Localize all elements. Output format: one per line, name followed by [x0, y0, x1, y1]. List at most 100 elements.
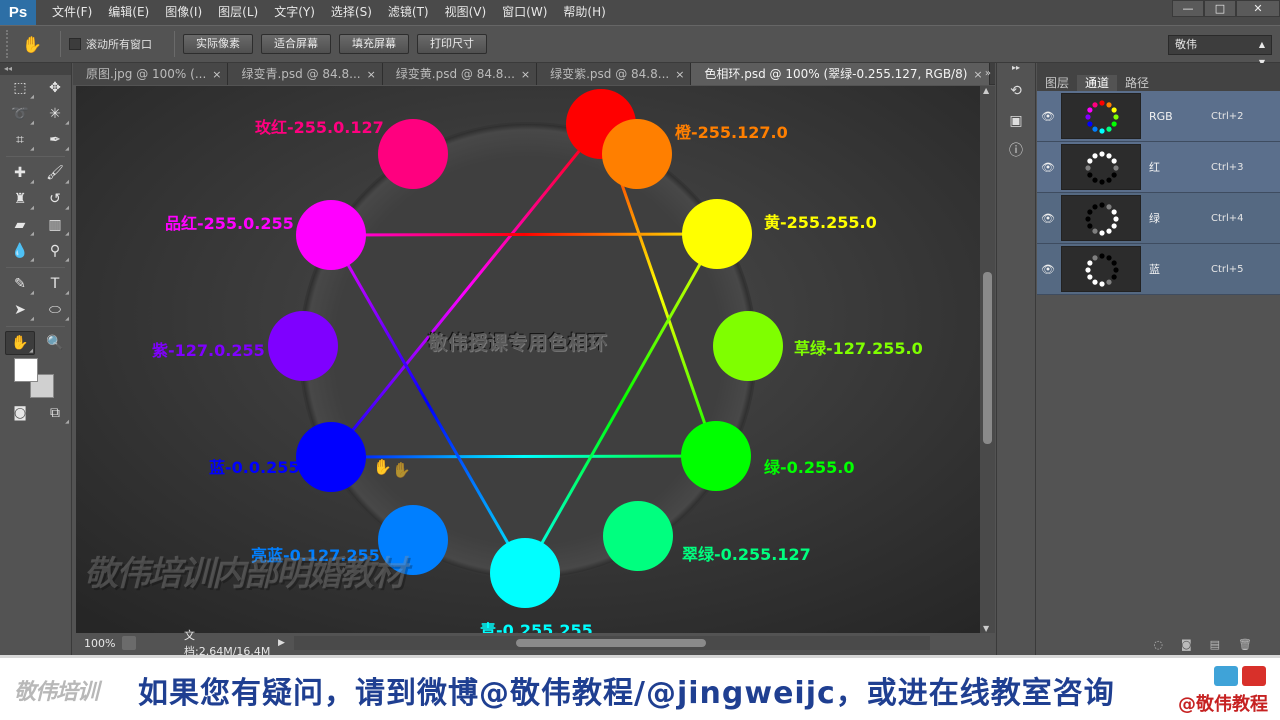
load-selection-icon[interactable]: ◌: [1153, 638, 1163, 651]
thumbnail-dot: [1106, 102, 1112, 108]
visibility-eye-icon[interactable]: 👁: [1037, 263, 1059, 276]
horizontal-scrollbar[interactable]: [294, 636, 930, 650]
tab-paths[interactable]: 路径: [1117, 75, 1157, 91]
menu-file[interactable]: 文件(F): [44, 0, 100, 25]
path-selection-tool-icon[interactable]: ➤ ◢: [5, 298, 35, 322]
thumbnail-dot: [1113, 216, 1119, 222]
print-size-button[interactable]: 打印尺寸: [417, 34, 487, 54]
channel-row-green[interactable]: 👁 绿 Ctrl+4: [1037, 193, 1280, 244]
document-tabs: 原图.jpg @ 100% (... × 绿变青.psd @ 84.8... × 绿…: [73, 63, 995, 85]
tools-panel-collapse-icon[interactable]: ◂◂: [0, 63, 71, 75]
thumbnail-dot: [1111, 260, 1117, 266]
delete-channel-icon[interactable]: 🗑: [1238, 638, 1252, 651]
magic-wand-tool-icon[interactable]: ✳ ◢: [40, 102, 70, 126]
channel-shortcut: Ctrl+2: [1211, 110, 1244, 122]
foreground-color-swatch[interactable]: [14, 358, 38, 382]
brush-tool-icon[interactable]: 🖌 ◢: [40, 161, 70, 185]
history-brush-tool-icon[interactable]: ↺ ◢: [40, 187, 70, 211]
lasso-tool-icon[interactable]: ➰ ◢: [5, 102, 35, 126]
thumbnail-dot: [1092, 153, 1098, 159]
zoom-tool-icon[interactable]: 🔍: [40, 331, 70, 355]
clone-stamp-tool-icon[interactable]: ♜ ◢: [5, 187, 35, 211]
channel-row-blue[interactable]: 👁 蓝 Ctrl+5: [1037, 244, 1280, 295]
maximize-button[interactable]: □: [1204, 0, 1236, 17]
minimize-button[interactable]: —: [1172, 0, 1204, 17]
menu-help[interactable]: 帮助(H): [555, 0, 613, 25]
scroll-down-arrow-icon[interactable]: ▼: [983, 624, 989, 633]
close-button[interactable]: ✕: [1236, 0, 1280, 17]
screen-mode-icon[interactable]: ⧉ ◢: [40, 401, 70, 425]
tabs-overflow-icon[interactable]: »: [985, 63, 991, 85]
horizontal-scroll-thumb[interactable]: [516, 639, 706, 647]
zoom-level[interactable]: 100%: [76, 637, 122, 650]
menu-window[interactable]: 窗口(W): [494, 0, 555, 25]
crop-tool-icon[interactable]: ⌗ ◢: [5, 128, 35, 152]
fill-screen-button[interactable]: 填充屏幕: [339, 34, 409, 54]
eyedropper-tool-icon[interactable]: ✒ ◢: [40, 128, 70, 152]
tab-green-to-cyan[interactable]: 绿变青.psd @ 84.8... ×: [228, 63, 383, 85]
vertical-scrollbar[interactable]: ▲ ▼: [980, 86, 995, 633]
tab-color-wheel[interactable]: 色相环.psd @ 100% (翠绿-0.255.127, RGB/8) ×: [691, 63, 990, 85]
blur-tool-icon[interactable]: 💧 ◢: [5, 239, 35, 263]
document-canvas[interactable]: 橙-255.127.0 黄-255.255.0 草绿-127.255.0 绿-0.25…: [76, 86, 980, 633]
pen-tool-icon[interactable]: ✎ ◢: [5, 272, 35, 296]
scroll-up-arrow-icon[interactable]: ▲: [983, 86, 989, 95]
dodge-tool-icon[interactable]: ⚲ ◢: [40, 239, 70, 263]
thumbnail-dot: [1111, 223, 1117, 229]
channel-thumbnail: [1061, 195, 1141, 241]
tab-close-icon[interactable]: ×: [521, 64, 530, 85]
fit-screen-button[interactable]: 适合屏幕: [261, 34, 331, 54]
history-panel-icon[interactable]: ⟲: [1003, 79, 1029, 103]
tab-green-to-purple[interactable]: 绿变紫.psd @ 84.8... ×: [537, 63, 692, 85]
save-selection-icon[interactable]: ◙: [1181, 638, 1192, 651]
thumbnail-dot: [1085, 165, 1091, 171]
tab-close-icon[interactable]: ×: [675, 64, 684, 85]
channel-row-rgb[interactable]: 👁 RGB Ctrl+2: [1037, 91, 1280, 142]
ellipse-tool-icon[interactable]: ⬭ ◢: [40, 298, 70, 322]
menu-layer[interactable]: 图层(L): [210, 0, 266, 25]
menu-filter[interactable]: 滤镜(T): [380, 0, 437, 25]
workspace-dropdown[interactable]: 敬伟 ▲▼: [1168, 35, 1272, 67]
thumbnail-dot: [1111, 158, 1117, 164]
tool-presets-panel-icon[interactable]: ▣: [1003, 109, 1029, 133]
menu-edit[interactable]: 编辑(E): [100, 0, 157, 25]
channel-shortcut: Ctrl+4: [1211, 212, 1244, 224]
hand-tool-icon[interactable]: ✋ ◢: [5, 331, 35, 355]
thumbnail-dot: [1087, 107, 1093, 113]
gradient-tool-icon[interactable]: ▥ ◢: [40, 213, 70, 237]
status-info-icon[interactable]: [122, 636, 136, 650]
menu-type[interactable]: 文字(Y): [266, 0, 323, 25]
healing-brush-tool-icon[interactable]: ✚ ◢: [5, 161, 35, 185]
status-menu-arrow-icon[interactable]: ▶: [278, 638, 292, 648]
eraser-tool-icon[interactable]: ▰ ◢: [5, 213, 35, 237]
color-label-cyan: 青-0.255.255: [480, 621, 593, 633]
tab-close-icon[interactable]: ×: [973, 64, 982, 85]
scroll-all-windows-option[interactable]: 滚动所有窗口: [69, 36, 152, 52]
visibility-eye-icon[interactable]: 👁: [1037, 110, 1059, 123]
menu-view[interactable]: 视图(V): [437, 0, 495, 25]
actual-pixels-button[interactable]: 实际像素: [183, 34, 253, 54]
tab-close-icon[interactable]: ×: [212, 64, 221, 85]
menu-image[interactable]: 图像(I): [157, 0, 210, 25]
type-tool-icon[interactable]: T ◢: [40, 272, 70, 296]
quick-mask-icon[interactable]: ◙: [5, 401, 35, 425]
tab-green-to-yellow[interactable]: 绿变黄.psd @ 84.8... ×: [382, 63, 538, 85]
info-panel-icon[interactable]: ⓘ: [1003, 139, 1029, 163]
tab-layers[interactable]: 图层: [1037, 75, 1077, 91]
tab-original[interactable]: 原图.jpg @ 100% (... ×: [73, 63, 229, 85]
hand-tool-preset-icon[interactable]: ✋: [12, 35, 52, 54]
tab-channels[interactable]: 通道: [1077, 75, 1118, 91]
new-channel-icon[interactable]: ▤: [1210, 638, 1220, 651]
tab-close-icon[interactable]: ×: [367, 64, 376, 85]
menu-select[interactable]: 选择(S): [323, 0, 380, 25]
visibility-eye-icon[interactable]: 👁: [1037, 161, 1059, 174]
weibo-icon: [1214, 666, 1238, 686]
visibility-eye-icon[interactable]: 👁: [1037, 212, 1059, 225]
channel-row-red[interactable]: 👁 红 Ctrl+3: [1037, 142, 1280, 193]
move-tool-icon[interactable]: ✥: [40, 76, 70, 100]
panel-tabs: 图层 通道 路径: [1037, 63, 1280, 91]
collapse-arrows-icon[interactable]: ▸▸: [1003, 63, 1029, 73]
vertical-scroll-thumb[interactable]: [983, 272, 992, 444]
marquee-tool-icon[interactable]: ⬚ ◢: [5, 76, 35, 100]
scroll-all-windows-checkbox[interactable]: [69, 38, 81, 50]
